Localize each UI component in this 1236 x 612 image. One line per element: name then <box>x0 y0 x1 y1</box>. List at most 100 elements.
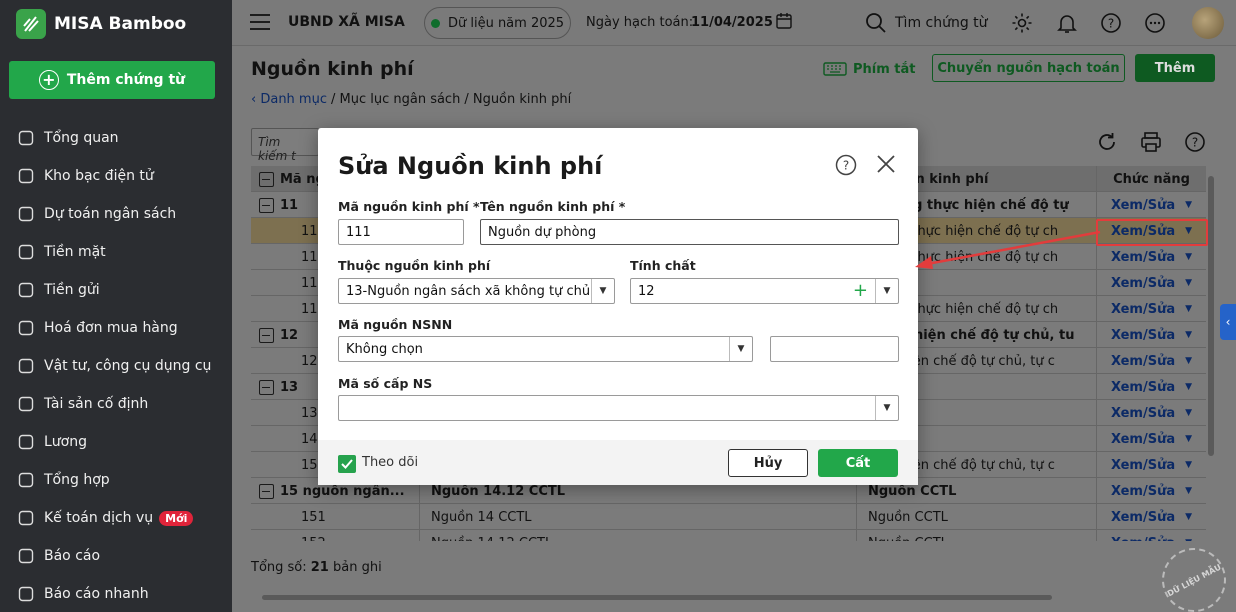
view-edit-link[interactable]: Xem/Sửa▼ <box>1097 452 1206 478</box>
follow-checkbox[interactable] <box>338 455 356 473</box>
sidebar-item[interactable]: Tiền gửi <box>0 271 232 309</box>
collapse-toggle-icon[interactable] <box>259 327 274 343</box>
topbar: UBND XÃ MISA Dữ liệu năm 2025 Ngày hạch … <box>232 0 1236 46</box>
chevron-down-icon[interactable]: ▼ <box>591 279 614 303</box>
view-edit-link[interactable]: Xem/Sửa▼ <box>1097 530 1206 542</box>
caret-down-icon[interactable]: ▼ <box>1185 460 1192 470</box>
caret-down-icon[interactable]: ▼ <box>1185 252 1192 262</box>
sidebar-item[interactable]: Vật tư, công cụ dụng cụ <box>0 347 232 385</box>
view-edit-link[interactable]: Xem/Sửa▼ <box>1097 270 1206 296</box>
name-input[interactable]: Nguồn dự phòng <box>480 219 899 245</box>
sidebar-item[interactable]: Báo cáo nhanh <box>0 575 232 612</box>
user-avatar[interactable] <box>1192 7 1224 39</box>
caret-down-icon[interactable]: ▼ <box>1185 538 1192 541</box>
caret-down-icon[interactable]: ▼ <box>1185 304 1192 314</box>
sidebar-item[interactable]: Lương <box>0 423 232 461</box>
sidebar-item-label: Báo cáo <box>44 548 101 564</box>
search-voucher-label[interactable]: Tìm chứng từ <box>895 15 988 31</box>
chevron-down-icon[interactable]: ▼ <box>875 279 898 303</box>
code-input[interactable]: 111 <box>338 219 464 245</box>
breadcrumb-back-link[interactable]: ‹ Danh mục <box>251 92 327 107</box>
organization-name[interactable]: UBND XÃ MISA <box>288 14 405 30</box>
view-edit-link[interactable]: Xem/Sửa▼ <box>1097 426 1206 452</box>
brand[interactable]: MISA Bamboo <box>16 9 186 39</box>
save-button[interactable]: Cất <box>818 449 898 477</box>
nature-select[interactable]: 12 + ▼ <box>630 278 899 304</box>
collapse-toggle-icon[interactable] <box>259 197 274 213</box>
caret-down-icon[interactable]: ▼ <box>1185 356 1192 366</box>
view-edit-link[interactable]: Xem/Sửa▼ <box>1097 348 1206 374</box>
caret-down-icon[interactable]: ▼ <box>1185 408 1192 418</box>
chevron-down-icon[interactable]: ▼ <box>729 337 752 361</box>
horizontal-scrollbar[interactable] <box>262 595 1052 600</box>
close-icon[interactable] <box>875 153 897 175</box>
table-row[interactable]: 152 Nguồn 14.12 CCTL Nguồn CCTLXem/Sửa▼ <box>251 530 1206 542</box>
caret-down-icon[interactable]: ▼ <box>1185 512 1192 522</box>
view-edit-link[interactable]: Xem/Sửa▼ <box>1097 400 1206 426</box>
grid-search-input[interactable]: Tìm kiếm t <box>251 128 319 163</box>
shortcut-button[interactable]: Phím tắt <box>823 60 916 78</box>
sidebar-item-label: Lương <box>44 434 87 450</box>
chevron-down-icon[interactable]: ▼ <box>875 396 898 420</box>
sample-data-watermark: DỮ LIỆU MẪU <box>1150 536 1236 612</box>
view-edit-link[interactable]: Xem/Sửa▼ <box>1097 296 1206 322</box>
sidebar-item[interactable]: Tổng quan <box>0 119 232 157</box>
refresh-icon[interactable] <box>1095 130 1119 154</box>
collapse-all-icon[interactable] <box>259 171 274 187</box>
view-edit-link[interactable]: Xem/Sửa▼ <box>1097 322 1206 348</box>
sidebar-item[interactable]: Tiền mặt <box>0 233 232 271</box>
caret-down-icon[interactable]: ▼ <box>1185 434 1192 444</box>
view-edit-link[interactable]: Xem/Sửa▼ <box>1097 192 1206 218</box>
sidebar-item[interactable]: Tài sản cố định <box>0 385 232 423</box>
search-icon[interactable] <box>864 11 888 35</box>
view-edit-link[interactable]: Xem/Sửa▼ <box>1097 244 1206 270</box>
hamburger-menu-icon[interactable] <box>250 14 270 30</box>
sidebar-item[interactable]: Hoá đơn mua hàng <box>0 309 232 347</box>
parent-select[interactable]: 13-Nguồn ngân sách xã không tự chủ ▼ <box>338 278 615 304</box>
view-edit-link[interactable]: Xem/Sửa▼ <box>1097 504 1206 530</box>
posting-date-value[interactable]: 11/04/2025 <box>691 15 773 30</box>
view-edit-link[interactable]: Xem/Sửa▼ <box>1097 478 1206 504</box>
view-edit-link[interactable]: Xem/Sửa▼ <box>1097 374 1206 400</box>
add-voucher-button[interactable]: + Thêm chứng từ <box>9 61 215 99</box>
sidebar-item[interactable]: Kế toán dịch vụ Mới <box>0 499 232 537</box>
cell-name: Nguồn 14.12 CCTL <box>431 530 851 542</box>
nsnn-select[interactable]: Không chọn ▼ <box>338 336 753 362</box>
help-icon[interactable]: ? <box>1183 130 1207 154</box>
budget-level-select[interactable]: ▼ <box>338 395 899 421</box>
collapse-toggle-icon[interactable] <box>259 379 274 395</box>
follow-label[interactable]: Theo dõi <box>362 455 418 470</box>
caret-down-icon[interactable]: ▼ <box>1185 278 1192 288</box>
caret-down-icon[interactable]: ▼ <box>1185 382 1192 392</box>
caret-down-icon[interactable]: ▼ <box>1185 330 1192 340</box>
side-panel-toggle[interactable]: ‹ <box>1220 304 1236 340</box>
add-button[interactable]: Thêm <box>1135 54 1215 82</box>
nature-label: Tính chất <box>630 258 696 273</box>
caret-down-icon[interactable]: ▼ <box>1185 486 1192 496</box>
sidebar-item[interactable]: Kho bạc điện tử <box>0 157 232 195</box>
table-row[interactable]: 151 Nguồn 14 CCTL Nguồn CCTL Xem/Sửa ▼ <box>251 504 1206 530</box>
add-nature-icon[interactable]: + <box>853 281 868 301</box>
breadcrumb-item[interactable]: / Mục lục ngân sách <box>331 92 460 107</box>
sidebar-item[interactable]: Dự toán ngân sách <box>0 195 232 233</box>
bell-icon[interactable] <box>1055 11 1079 35</box>
data-year-selector[interactable]: Dữ liệu năm 2025 <box>424 7 571 39</box>
convert-source-button[interactable]: Chuyển nguồn hạch toán <box>932 54 1125 82</box>
svg-text:?: ? <box>843 159 849 173</box>
sidebar-item[interactable]: Tổng hợp <box>0 461 232 499</box>
vertical-scrollbar[interactable] <box>1208 176 1214 456</box>
keyboard-icon <box>823 62 847 76</box>
help-icon[interactable]: ? <box>1099 11 1123 35</box>
gear-icon[interactable] <box>1010 11 1034 35</box>
print-icon[interactable] <box>1139 130 1163 154</box>
salary-icon <box>16 432 36 452</box>
cancel-button[interactable]: Hủy <box>728 449 808 477</box>
caret-down-icon[interactable]: ▼ <box>1185 200 1192 210</box>
total-count: 21 <box>310 560 329 575</box>
help-icon[interactable]: ? <box>835 154 857 176</box>
nsnn-name-input[interactable] <box>770 336 899 362</box>
sidebar-item[interactable]: Báo cáo <box>0 537 232 575</box>
collapse-toggle-icon[interactable] <box>259 483 274 499</box>
more-options-icon[interactable] <box>1143 11 1167 35</box>
calendar-icon[interactable] <box>775 12 793 30</box>
